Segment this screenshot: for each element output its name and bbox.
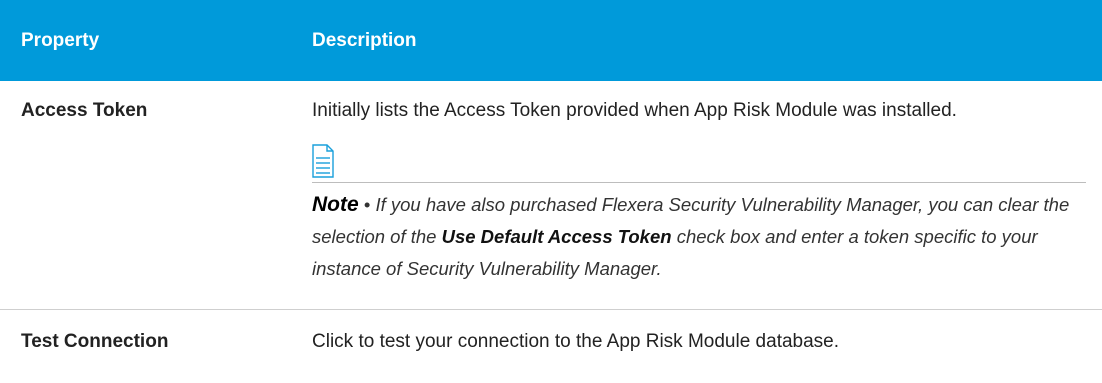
header-property: Property: [21, 29, 100, 51]
property-table: Property Description Access Token Initia…: [0, 0, 1102, 382]
property-name: Access Token: [21, 100, 148, 121]
table-row: Test Connection Click to test your conne…: [0, 310, 1102, 382]
description-text: Initially lists the Access Token provide…: [312, 100, 957, 121]
note-bullet: •: [358, 194, 376, 215]
property-name: Test Connection: [21, 331, 169, 352]
note-strong-text: Use Default Access Token: [441, 226, 672, 247]
note-label: Note: [312, 193, 359, 216]
table-row: Access Token Initially lists the Access …: [0, 81, 1102, 310]
table-header: Property Description: [0, 0, 1102, 81]
note-document-icon: [312, 144, 334, 178]
note-text: Note • If you have also purchased Flexer…: [312, 189, 1086, 285]
property-description: Click to test your connection to the App…: [312, 331, 840, 352]
property-description: Initially lists the Access Token provide…: [312, 81, 1102, 309]
note-divider: [312, 182, 1086, 183]
header-description: Description: [312, 29, 417, 51]
